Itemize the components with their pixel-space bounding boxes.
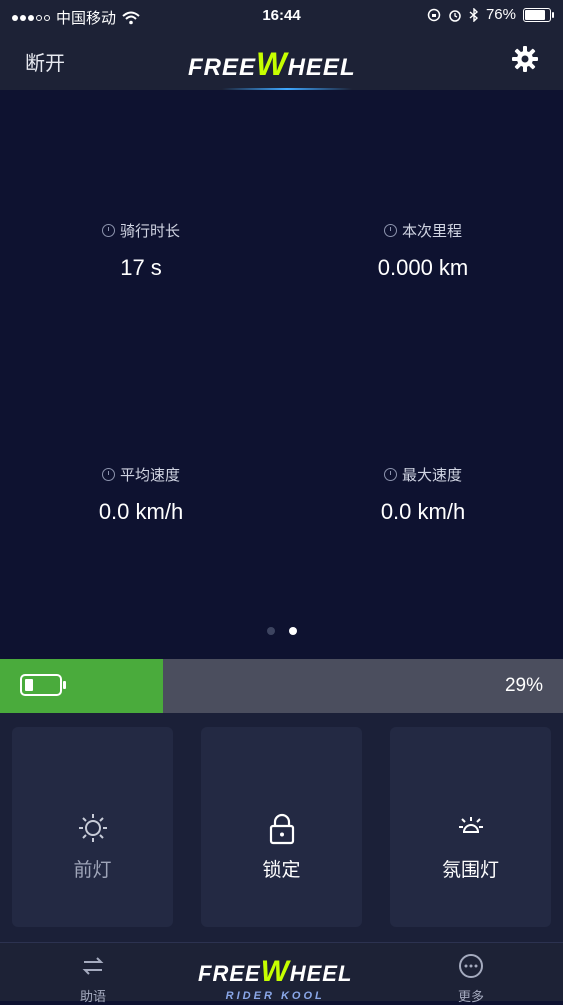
stat-value: 17 s (120, 255, 162, 280)
stat-value: 0.0 km/h (380, 499, 466, 524)
gear-icon (512, 46, 538, 72)
headlight-button[interactable]: 前灯 (12, 727, 173, 927)
ride-stats-panel: 骑行时长 17 s 本次里程 0.000 km 平均速度 0.0 km/h 最大… (0, 90, 563, 658)
battery-percent: 76% (485, 6, 516, 23)
logo-tagline: RIDER KOOL (225, 990, 325, 1002)
page-dot-active[interactable] (288, 627, 297, 635)
stat-ride-duration: 骑行时长 17 s (16, 220, 266, 281)
tab-label: 助语 (79, 989, 106, 1004)
controls-panel: 前灯 锁定 氛围灯 (0, 713, 563, 942)
odometer-icon (383, 224, 397, 237)
settings-button[interactable] (511, 45, 539, 78)
clock-icon (101, 224, 115, 237)
stat-average-speed: 平均速度 0.0 km/h (16, 464, 266, 525)
headlight-label: 前灯 (73, 860, 112, 881)
nav-header: 断开 FREEWHEEL (0, 32, 563, 90)
stat-label: 骑行时长 (119, 223, 180, 240)
status-right: 76% (427, 6, 554, 23)
lock-label: 锁定 (262, 860, 301, 881)
stat-trip-distance: 本次里程 0.000 km (298, 220, 548, 281)
stat-value: 0.000 km (377, 255, 469, 280)
tab-label: 更多 (457, 989, 484, 1004)
battery-icon (523, 7, 554, 22)
bluetooth-icon (469, 7, 478, 22)
max-speed-icon (383, 468, 397, 481)
sun-icon (78, 814, 107, 842)
stat-label: 最大速度 (401, 467, 462, 484)
speed-icon (101, 468, 115, 481)
stat-label: 本次里程 (401, 223, 462, 240)
stat-label: 平均速度 (119, 467, 180, 484)
status-bar: 中国移动 16:44 76% (0, 0, 563, 32)
stat-value: 0.0 km/h (98, 499, 184, 524)
lock-icon (269, 813, 294, 845)
ambient-light-label: 氛围灯 (441, 860, 499, 881)
battery-icon (20, 674, 66, 696)
battery-percent-label: 29% (504, 675, 543, 696)
page-dot[interactable] (266, 627, 275, 635)
ambient-light-button[interactable]: 氛围灯 (390, 727, 551, 927)
freewheel-logo: FREEWHEEL (188, 46, 356, 82)
alarm-icon (449, 9, 461, 22)
vehicle-battery-bar: 29% (0, 659, 563, 713)
stat-max-speed: 最大速度 0.0 km/h (298, 464, 548, 525)
sun-icon (458, 817, 483, 833)
switch-arrows-icon (82, 957, 104, 975)
tab-more[interactable]: 更多 (448, 953, 494, 1005)
disconnect-button[interactable]: 断开 (25, 47, 65, 76)
tab-left[interactable]: 助语 (70, 953, 116, 1005)
lock-button[interactable]: 锁定 (201, 727, 362, 927)
tab-bar: 助语 FREEWHEEL RIDER KOOL 更多 (0, 942, 563, 1004)
tab-bar-logo: FREEWHEEL RIDER KOOL (198, 955, 353, 1002)
more-icon (459, 954, 483, 978)
orientation-lock-icon (427, 8, 441, 21)
page-indicator (0, 627, 563, 635)
